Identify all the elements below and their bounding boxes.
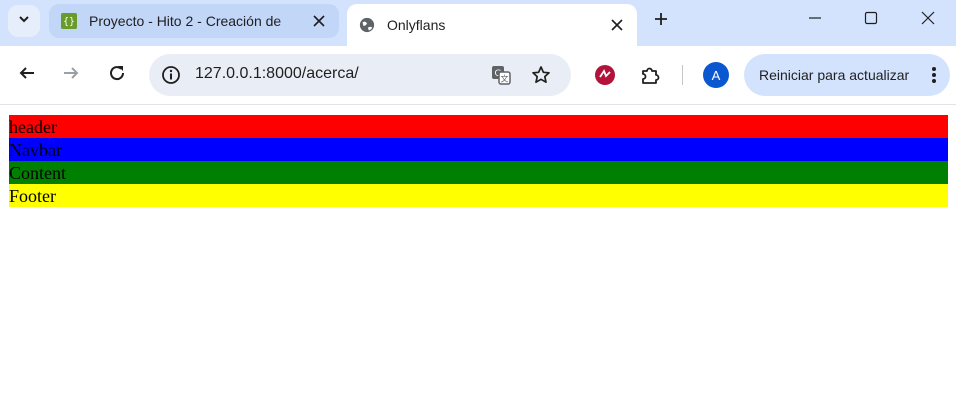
address-bar[interactable]: 127.0.0.1:8000/acerca/ G文 <box>149 54 571 96</box>
tab-onlyflans[interactable]: Onlyflans <box>347 4 637 46</box>
tab-search-button[interactable] <box>8 5 40 37</box>
close-icon[interactable] <box>309 11 329 31</box>
avatar[interactable]: A <box>703 62 729 88</box>
page-content: header Navbar Content Footer <box>0 105 956 402</box>
svg-text:文: 文 <box>501 74 509 84</box>
globe-icon <box>359 17 375 33</box>
code-braces-icon: {} <box>61 13 77 29</box>
maximize-button[interactable] <box>843 0 899 40</box>
translate-icon[interactable]: G文 <box>489 63 513 87</box>
reload-icon <box>108 64 126 87</box>
info-icon[interactable] <box>159 63 183 87</box>
forward-button[interactable] <box>55 59 87 91</box>
close-window-button[interactable] <box>900 0 956 40</box>
new-tab-button[interactable] <box>648 8 674 34</box>
footer-section: Footer <box>9 184 948 207</box>
extension-icon[interactable] <box>591 61 619 89</box>
reload-button[interactable] <box>101 59 133 91</box>
close-icon[interactable] <box>607 15 627 35</box>
update-label: Reiniciar para actualizar <box>759 67 910 83</box>
maximize-icon <box>864 11 878 30</box>
toolbar-divider <box>682 65 683 85</box>
tab-strip: {} Proyecto - Hito 2 - Creación de Onlyf… <box>0 0 956 46</box>
arrow-right-icon <box>62 64 80 87</box>
close-icon <box>921 11 935 30</box>
star-icon[interactable] <box>529 63 553 87</box>
tab-proyecto[interactable]: {} Proyecto - Hito 2 - Creación de <box>49 4 339 38</box>
tab-title: Onlyflans <box>387 17 446 33</box>
tab-title: Proyecto - Hito 2 - Creación de <box>89 13 282 29</box>
arrow-left-icon <box>18 64 36 87</box>
browser-toolbar: 127.0.0.1:8000/acerca/ G文 A Reiniciar pa… <box>0 46 956 105</box>
back-button[interactable] <box>11 59 43 91</box>
update-button[interactable]: Reiniciar para actualizar <box>744 54 950 96</box>
more-vertical-icon[interactable] <box>922 63 946 87</box>
plus-icon <box>653 11 669 32</box>
header-section: header <box>9 115 948 138</box>
navbar-section: Navbar <box>9 138 948 161</box>
content-section: Content <box>9 161 948 184</box>
minimize-button[interactable] <box>787 0 843 40</box>
chevron-down-icon <box>17 12 31 31</box>
puzzle-icon[interactable] <box>636 61 664 89</box>
url-text[interactable]: 127.0.0.1:8000/acerca/ <box>195 65 359 83</box>
minimize-icon <box>808 11 822 30</box>
svg-text:{}: {} <box>63 17 75 28</box>
